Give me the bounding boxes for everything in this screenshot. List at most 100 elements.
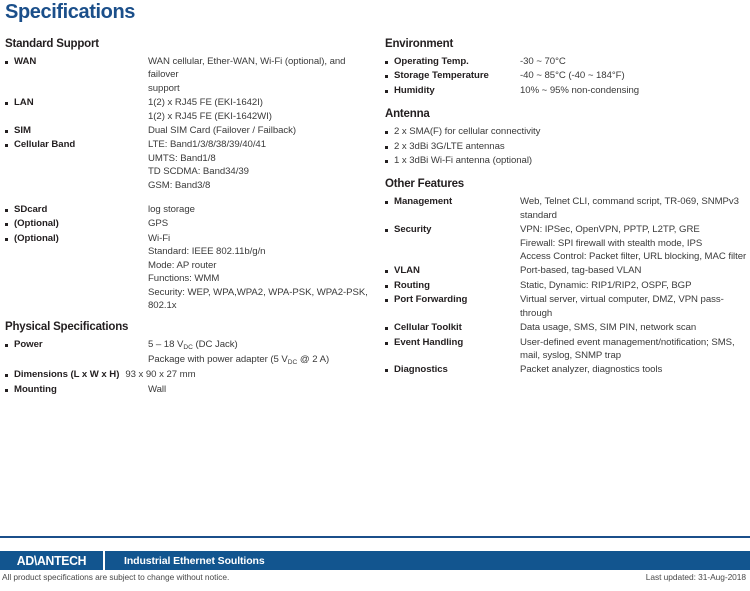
bullet-icon bbox=[5, 138, 14, 148]
spec-value: Packet analyzer, diagnostics tools bbox=[520, 363, 750, 376]
spec-value-line: Dual SIM Card (Failover / Failback) bbox=[148, 125, 297, 137]
spec-value-line: WAN cellular, Ether-WAN, Wi-Fi (optional… bbox=[148, 56, 346, 81]
spec-label: WAN bbox=[14, 56, 37, 67]
spec-value-line: Wi-Fi bbox=[148, 232, 171, 244]
spec-label: Security bbox=[394, 224, 432, 236]
spec-value-line: LTE: Band1/3/8/38/39/40/41 bbox=[148, 139, 267, 151]
bullet-icon bbox=[385, 125, 394, 135]
spec-value-line: Packet analyzer, diagnostics tools bbox=[520, 364, 663, 376]
spec-label: VLAN bbox=[394, 265, 420, 277]
spec-row: Storage Temperature -40 ~ 85°C (-40 ~ 184… bbox=[385, 69, 750, 82]
spec-row: (Optional) Wi-Fi Standard: IEEE 802.11b/g/… bbox=[5, 232, 377, 312]
bullet-icon bbox=[5, 217, 14, 227]
spec-value-line: -30 ~ 70°C bbox=[520, 56, 566, 67]
spec-row: Management Web, Telnet CLI, command scrip… bbox=[385, 195, 750, 222]
spec-value: -40 ~ 85°C (-40 ~ 184°F) bbox=[520, 69, 750, 82]
spec-label: Operating Temp. bbox=[394, 56, 469, 67]
spec-value-line: 1(2) x RJ45 FE (EKI-1642WI) bbox=[148, 110, 272, 122]
spec-section: Antenna 2 x SMA(F) for cellular connectiv… bbox=[385, 108, 750, 167]
spec-label: Event Handling bbox=[394, 336, 464, 348]
bullet-icon bbox=[385, 321, 394, 331]
spec-value-line: standard bbox=[520, 209, 557, 221]
bullet-icon bbox=[5, 55, 14, 64]
section-heading: Standard Support bbox=[5, 38, 99, 50]
section-heading: Antenna bbox=[385, 108, 430, 121]
bullet-icon bbox=[385, 84, 394, 93]
spec-row: Operating Temp. -30 ~ 70°C bbox=[385, 55, 750, 68]
page-title: Specifications bbox=[5, 1, 135, 23]
footer-tagline: Industrial Ethernet Soultions bbox=[124, 554, 265, 567]
bullet-icon bbox=[5, 203, 14, 213]
spec-row: 2 x 3dBi 3G/LTE antennas bbox=[385, 140, 750, 153]
spec-value-line: log storage bbox=[148, 204, 195, 216]
spec-value: log storage bbox=[148, 203, 377, 216]
spec-value-line: 93 x 90 x 27 mm bbox=[125, 369, 196, 381]
section-heading: Environment bbox=[385, 38, 454, 50]
spec-value-line: TD SCDMA: Band34/39 bbox=[148, 166, 249, 178]
footer-divider-rule bbox=[0, 536, 750, 538]
bullet-icon bbox=[5, 232, 14, 241]
bullet-icon bbox=[385, 140, 394, 149]
spec-value-line: Static, Dynamic: RIP1/RIP2, OSPF, BGP bbox=[520, 279, 692, 291]
spec-value-line: 802.1x bbox=[148, 299, 177, 311]
bullet-icon bbox=[385, 363, 394, 373]
spec-value: -30 ~ 70°C bbox=[520, 55, 750, 68]
spec-value-line: User-defined event management/notificati… bbox=[520, 336, 735, 348]
right-column: Environment Operating Temp. -30 ~ 70°C Stor… bbox=[385, 38, 750, 378]
spec-value: 93 x 90 x 27 mm bbox=[125, 368, 377, 381]
spec-value: LTE: Band1/3/8/38/39/40/41 UMTS: Band1/8 T… bbox=[148, 138, 377, 192]
spec-value-line: Package with power adapter (5 VDC @ 2 A) bbox=[148, 353, 330, 366]
spec-value: 1(2) x RJ45 FE (EKI-1642I) 1(2) x RJ45 FE… bbox=[148, 96, 377, 123]
spec-value: Wall bbox=[148, 383, 377, 396]
spec-value-line: 10% ~ 95% non-condensing bbox=[520, 84, 640, 96]
bullet-icon bbox=[5, 124, 14, 134]
bullet-icon bbox=[5, 338, 14, 348]
spec-value-line: VPN: IPSec, OpenVPN, PPTP, L2TP, GRE bbox=[520, 224, 700, 236]
spec-value: Virtual server, virtual computer, DMZ, V… bbox=[520, 293, 750, 320]
spec-row: Power 5 – 18 VDC (DC Jack) Package with po… bbox=[5, 338, 377, 367]
spec-value: GPS bbox=[148, 217, 377, 230]
section-heading: Physical Specifications bbox=[5, 321, 129, 334]
spec-value-line: GSM: Band3/8 bbox=[148, 179, 211, 191]
spec-label: SIM bbox=[14, 125, 31, 137]
spec-label: Humidity bbox=[394, 84, 435, 96]
bullet-icon bbox=[385, 279, 394, 288]
spec-row: 2 x SMA(F) for cellular connectivity bbox=[385, 125, 750, 138]
spec-value: 5 – 18 VDC (DC Jack) Package with power a… bbox=[148, 338, 377, 367]
spec-section: Environment Operating Temp. -30 ~ 70°C Stor… bbox=[385, 38, 750, 97]
spec-label: (Optional) bbox=[14, 232, 59, 244]
spec-label: Port Forwarding bbox=[394, 294, 468, 306]
spec-value-line: Web, Telnet CLI, command script, TR-069,… bbox=[520, 196, 739, 208]
spec-value: VPN: IPSec, OpenVPN, PPTP, L2TP, GRE Fire… bbox=[520, 223, 750, 263]
spec-value: Port-based, tag-based VLAN bbox=[520, 264, 750, 277]
spec-row: SIM Dual SIM Card (Failover / Failback) bbox=[5, 124, 377, 137]
spec-value-line: support bbox=[148, 82, 180, 94]
left-column: Standard Support WAN WAN cellular, Ether-W… bbox=[5, 38, 377, 397]
bullet-icon bbox=[385, 154, 394, 164]
spec-section: Physical Specifications Power 5 – 18 VDC (… bbox=[5, 321, 377, 396]
spec-value: Data usage, SMS, SIM PIN, network scan bbox=[520, 321, 750, 334]
spec-section: Standard Support WAN WAN cellular, Ether-W… bbox=[5, 38, 377, 192]
spec-row: Event Handling User-defined event managem… bbox=[385, 336, 750, 363]
bullet-icon bbox=[5, 383, 14, 392]
spec-label: Power bbox=[14, 339, 43, 351]
spec-value: WAN cellular, Ether-WAN, Wi-Fi (optional… bbox=[148, 55, 377, 95]
spec-row: WAN WAN cellular, Ether-WAN, Wi-Fi (optio… bbox=[5, 55, 377, 95]
footer-disclaimer: All product specifications are subject t… bbox=[2, 572, 230, 582]
spec-value-line: Firewall: SPI firewall with stealth mode… bbox=[520, 237, 703, 249]
spec-row: SDcard log storage bbox=[5, 203, 377, 216]
bullet-icon bbox=[385, 264, 394, 274]
spec-value: Web, Telnet CLI, command script, TR-069,… bbox=[520, 195, 750, 222]
section-heading: Other Features bbox=[385, 178, 465, 191]
spec-value-line: -40 ~ 85°C (-40 ~ 184°F) bbox=[520, 70, 625, 82]
spec-value-line: Access Control: Packet filter, URL block… bbox=[520, 251, 747, 263]
spec-row: Cellular Band LTE: Band1/3/8/38/39/40/41 U… bbox=[5, 138, 377, 192]
spec-value-line: GPS bbox=[148, 218, 169, 230]
spec-value-line: Data usage, SMS, SIM PIN, network scan bbox=[520, 322, 697, 334]
spec-label: Storage Temperature bbox=[394, 70, 489, 82]
spec-value: 10% ~ 95% non-condensing bbox=[520, 84, 750, 97]
spec-row: Cellular Toolkit Data usage, SMS, SIM PIN… bbox=[385, 321, 750, 334]
spec-label: SDcard bbox=[14, 204, 48, 216]
spec-row: VLAN Port-based, tag-based VLAN bbox=[385, 264, 750, 277]
spec-label: Diagnostics bbox=[394, 364, 448, 376]
